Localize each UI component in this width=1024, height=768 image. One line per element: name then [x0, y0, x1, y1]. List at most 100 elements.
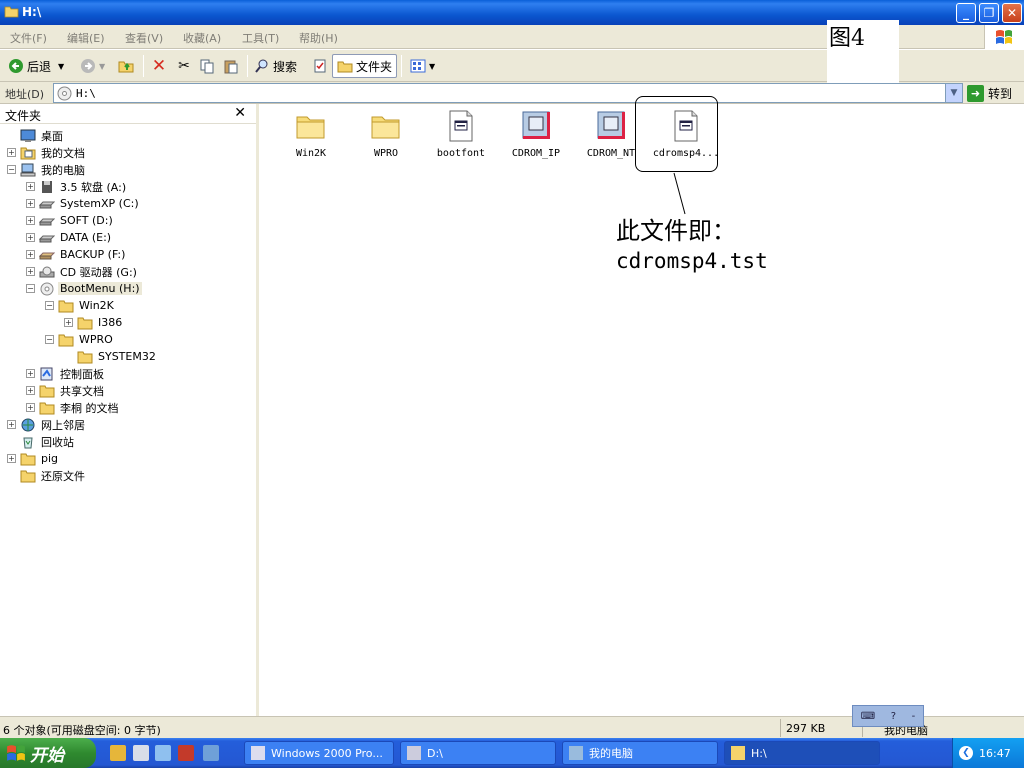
tree-item[interactable]: 还原文件	[7, 467, 87, 484]
start-button[interactable]: 开始	[0, 738, 96, 768]
back-button[interactable]: 后退 ▼	[8, 54, 64, 78]
tree-item[interactable]: − BootMenu (H:)	[26, 280, 142, 297]
tree-item-label: pig	[41, 452, 59, 465]
expand-icon[interactable]: +	[64, 318, 73, 327]
minimize-button[interactable]: _	[956, 3, 976, 23]
menu-tools[interactable]: 工具(T)	[242, 30, 279, 46]
quicklaunch-lightning-icon[interactable]	[110, 745, 126, 761]
expand-icon[interactable]: +	[26, 386, 35, 395]
views-button[interactable]: ▼	[410, 54, 435, 78]
expand-icon[interactable]: +	[26, 369, 35, 378]
views-grid-icon	[410, 58, 426, 74]
expand-icon[interactable]: +	[7, 148, 16, 157]
menu-help[interactable]: 帮助(H)	[299, 30, 338, 46]
help-icon[interactable]: ?	[891, 711, 896, 722]
tree-item-label: CD 驱动器 (G:)	[60, 265, 137, 279]
file-item[interactable]: CDROM_IP	[499, 109, 573, 159]
forward-dropdown-icon[interactable]: ▼	[99, 62, 105, 71]
folder-icon	[39, 401, 55, 415]
expand-icon[interactable]: +	[7, 454, 16, 463]
quicklaunch-browser-icon[interactable]	[155, 745, 171, 761]
cd-drive-icon	[39, 265, 55, 279]
tree-item[interactable]: + 李桐 的文档	[26, 399, 121, 416]
tree-item[interactable]: − 我的电脑	[7, 161, 87, 178]
copy-button[interactable]	[199, 54, 215, 78]
tree-item[interactable]: + 控制面板	[26, 365, 106, 382]
tree-item[interactable]: 桌面	[7, 127, 65, 144]
language-bar[interactable]: ⌨ ? -	[852, 705, 924, 727]
quicklaunch-network-icon[interactable]	[203, 745, 219, 761]
address-dropdown-icon[interactable]: ▼	[945, 84, 962, 102]
tree-item[interactable]: + DATA (E:)	[26, 229, 113, 246]
expand-icon[interactable]: +	[26, 403, 35, 412]
search-button[interactable]: 搜索	[254, 54, 297, 78]
keyboard-icon[interactable]: ⌨	[861, 711, 875, 722]
document-icon	[670, 109, 702, 143]
tree-item[interactable]: + 我的文档	[7, 144, 87, 161]
windows-flag-icon	[996, 30, 1012, 44]
tray-arrow-icon[interactable]: ❮	[959, 746, 973, 760]
tree-item[interactable]: + SystemXP (C:)	[26, 195, 141, 212]
file-item[interactable]: cdromsp4...	[649, 109, 723, 159]
tree-item[interactable]: − WPRO	[45, 331, 115, 348]
expand-icon[interactable]: +	[26, 216, 35, 225]
back-dropdown-icon[interactable]: ▼	[58, 62, 64, 71]
menu-view[interactable]: 查看(V)	[125, 30, 163, 46]
collapse-icon[interactable]: −	[45, 301, 54, 310]
address-bar: 地址(D) H:\ ▼ ➜ 转到	[0, 82, 1024, 104]
tree-item[interactable]: − Win2K	[45, 297, 116, 314]
file-item[interactable]: Win2K	[274, 109, 348, 159]
tree-item[interactable]: 回收站	[7, 433, 76, 450]
tree-item[interactable]: + pig	[7, 450, 60, 467]
tree-item[interactable]: + CD 驱动器 (G:)	[26, 263, 139, 280]
collapse-icon[interactable]: −	[7, 165, 16, 174]
task-d-drive[interactable]: D:\	[400, 741, 556, 765]
tree-item[interactable]: SYSTEM32	[64, 348, 158, 365]
expand-icon[interactable]: +	[26, 250, 35, 259]
task-windows2000[interactable]: Windows 2000 Pro...	[244, 741, 394, 765]
expand-icon[interactable]: +	[26, 233, 35, 242]
minimize-langbar-icon[interactable]: -	[912, 711, 916, 722]
file-item[interactable]: CDROM_NT	[574, 109, 648, 159]
task-my-computer[interactable]: 我的电脑	[562, 741, 718, 765]
hard-drive-icon	[38, 214, 56, 228]
tree-item[interactable]: + 共享文档	[26, 382, 106, 399]
tree-item[interactable]: + SOFT (D:)	[26, 212, 115, 229]
close-pane-icon[interactable]: ✕	[234, 105, 246, 121]
close-button[interactable]: ✕	[1002, 3, 1022, 23]
tree-item[interactable]: +3.5 软盘 (A:)	[26, 178, 128, 195]
paste-button[interactable]	[223, 54, 239, 78]
expand-icon[interactable]: +	[26, 182, 35, 191]
folders-button[interactable]: 文件夹	[332, 54, 398, 78]
up-button[interactable]	[118, 54, 134, 78]
cut-button[interactable]: ✂	[176, 54, 192, 78]
restore-button[interactable]: ❐	[979, 3, 999, 23]
quicklaunch-document-icon[interactable]	[133, 745, 149, 761]
views-dropdown-icon[interactable]: ▼	[429, 62, 435, 71]
forward-button[interactable]: ▼	[80, 54, 105, 78]
delete-button[interactable]: ✕	[151, 54, 167, 78]
file-item[interactable]: WPRO	[349, 109, 423, 159]
tree-item-label: 控制面板	[60, 367, 104, 381]
expand-icon[interactable]: +	[26, 199, 35, 208]
tree-item[interactable]: + I386	[64, 314, 124, 331]
tree-item[interactable]: + BACKUP (F:)	[26, 246, 127, 263]
tree-spacer	[7, 437, 16, 446]
menu-favorites[interactable]: 收藏(A)	[183, 30, 221, 46]
menu-edit[interactable]: 编辑(E)	[67, 30, 105, 46]
forward-arrow-icon	[80, 58, 96, 74]
history-button[interactable]	[312, 54, 328, 78]
computer-icon	[569, 746, 583, 760]
quicklaunch-acrobat-icon[interactable]	[178, 745, 194, 761]
expand-icon[interactable]: +	[26, 267, 35, 276]
tree-item[interactable]: + 网上邻居	[7, 416, 87, 433]
go-button[interactable]: ➜ 转到	[967, 83, 1012, 103]
menu-file[interactable]: 文件(F)	[10, 30, 47, 46]
collapse-icon[interactable]: −	[45, 335, 54, 344]
folders-pane: 文件夹 ✕ 桌面 + 我的文档 − 我的电脑 +3.5 软盘 (A:) + SystemXP …	[0, 104, 259, 716]
collapse-icon[interactable]: −	[26, 284, 35, 293]
file-item[interactable]: bootfont	[424, 109, 498, 159]
expand-icon[interactable]: +	[7, 420, 16, 429]
address-input[interactable]: H:\ ▼	[53, 83, 963, 103]
task-h-drive[interactable]: H:\	[724, 741, 880, 765]
